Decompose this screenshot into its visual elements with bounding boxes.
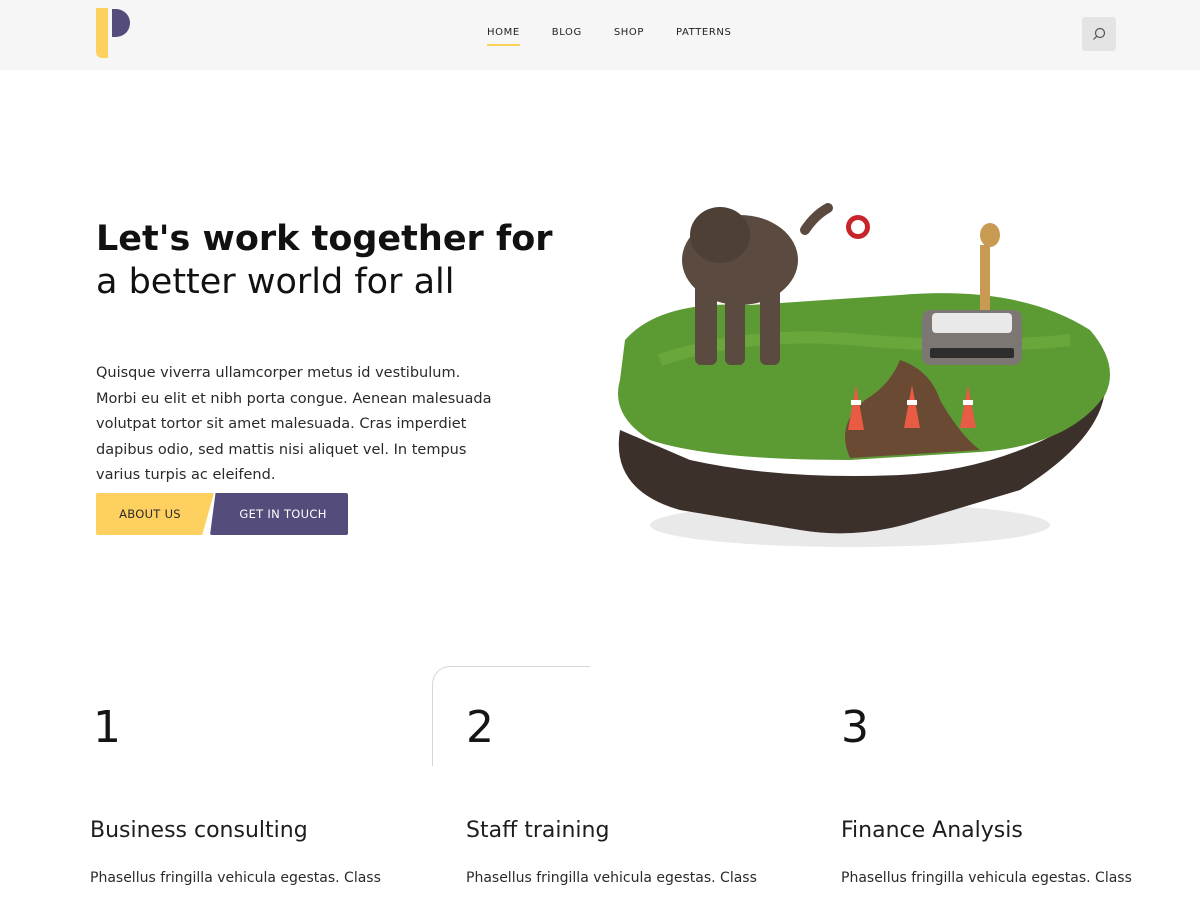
hero-title: Let's work together for a better world f… <box>96 218 556 304</box>
site-header: HOME BLOG SHOP PATTERNS <box>0 0 1200 70</box>
feature-number: 1 <box>93 702 121 753</box>
nav-item-blog[interactable]: BLOG <box>552 27 582 46</box>
search-icon <box>1093 27 1106 40</box>
feature-title: Finance Analysis <box>841 818 1023 843</box>
brand-logo[interactable] <box>96 8 132 58</box>
about-us-button[interactable]: ABOUT US <box>96 493 214 535</box>
feature-text: Phasellus fringilla vehicula egestas. Cl… <box>466 870 757 886</box>
feature-card: 1 Business consulting Phasellus fringill… <box>90 700 410 886</box>
feature-card: 2 Staff training Phasellus fringilla veh… <box>466 700 786 886</box>
nav-item-shop[interactable]: SHOP <box>614 27 644 46</box>
hero-description: Quisque viverra ullamcorper metus id ves… <box>96 365 492 483</box>
feature-title: Business consulting <box>90 818 308 843</box>
feature-number: 2 <box>466 702 494 753</box>
logo-icon <box>96 8 130 58</box>
hero-title-bold: Let's work together for <box>96 219 553 259</box>
feature-text: Phasellus fringilla vehicula egestas. Cl… <box>841 870 1132 886</box>
hero-illustration <box>600 190 1120 560</box>
feature-number: 3 <box>841 702 869 753</box>
feature-card: 3 Finance Analysis Phasellus fringilla v… <box>841 700 1161 886</box>
nav-item-home[interactable]: HOME <box>487 27 520 46</box>
nav-item-patterns[interactable]: PATTERNS <box>676 27 731 46</box>
feature-text: Phasellus fringilla vehicula egestas. Cl… <box>90 870 381 886</box>
feature-title: Staff training <box>466 818 610 843</box>
get-in-touch-button[interactable]: GET IN TOUCH <box>210 493 348 535</box>
main-nav: HOME BLOG SHOP PATTERNS <box>487 27 763 46</box>
search-button[interactable] <box>1082 17 1116 51</box>
hero-title-light: a better world for all <box>96 262 455 302</box>
